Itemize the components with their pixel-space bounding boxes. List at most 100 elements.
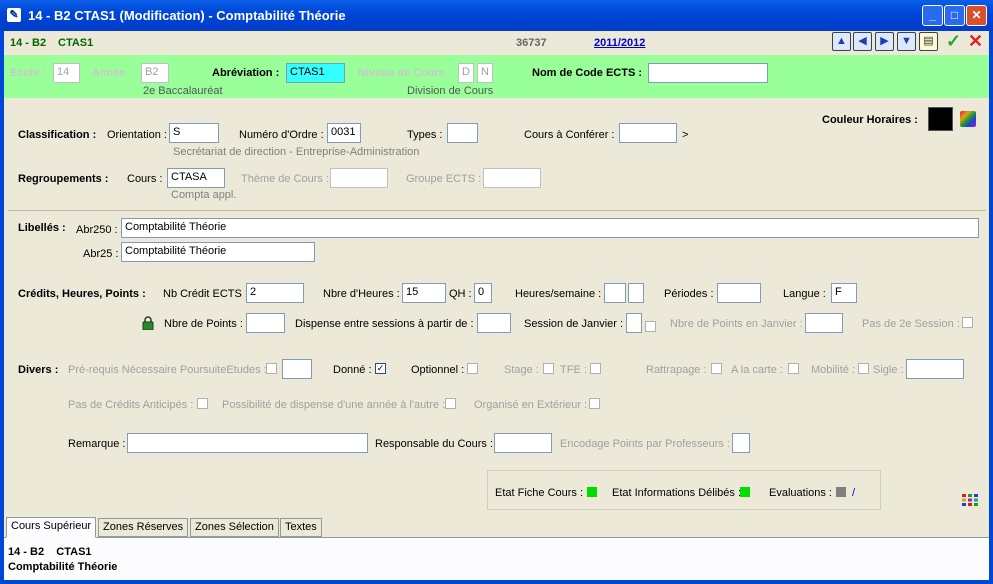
carte-checkbox[interactable]: [788, 363, 799, 374]
anticipes-checkbox[interactable]: [197, 398, 208, 409]
abr250-field[interactable]: Comptabilité Théorie: [121, 218, 979, 238]
exterieur-label: Organisé en Extérieur :: [474, 399, 588, 411]
evaluations-suffix: /: [852, 487, 856, 499]
pts-janvier-label: Nbre de Points en Janvier :: [670, 318, 803, 330]
janvier-label: Session de Janvier :: [524, 318, 624, 330]
donne-checkbox[interactable]: ✓: [375, 363, 386, 374]
responsable-field[interactable]: [494, 433, 552, 453]
etat-delibes-label: Etat Informations Délibés :: [612, 487, 742, 499]
tfe-checkbox[interactable]: [590, 363, 601, 374]
lock-icon[interactable]: [142, 316, 154, 331]
nb-ects-field[interactable]: 2: [246, 283, 304, 303]
heures-field[interactable]: 15: [402, 283, 446, 303]
prerequis-field[interactable]: [282, 359, 312, 379]
nav-right-icon[interactable]: ▶: [875, 32, 894, 51]
annee-desc: 2e Baccalauréat: [143, 85, 223, 97]
document-icon[interactable]: ▤: [919, 32, 938, 51]
niveau-field-2[interactable]: N: [477, 63, 493, 83]
abr250-label: Abr250 :: [76, 224, 118, 236]
annee-field[interactable]: B2: [141, 63, 169, 83]
abr25-field[interactable]: Comptabilité Théorie: [121, 242, 315, 262]
title-bar[interactable]: ✎ 14 - B2 CTAS1 (Modification) - Comptab…: [0, 0, 993, 31]
etat-fiche-indicator: [587, 487, 597, 497]
info-id: 36737: [516, 37, 547, 49]
ects-code-field[interactable]: [648, 63, 768, 83]
annee-label: Année :: [92, 67, 133, 79]
etat-delibes-indicator: [740, 487, 750, 497]
cancel-icon[interactable]: ✕: [968, 31, 983, 52]
langue-field[interactable]: F: [831, 283, 857, 303]
cours-field[interactable]: CTASA: [167, 168, 225, 188]
points-field[interactable]: [246, 313, 285, 333]
types-field[interactable]: [447, 123, 478, 143]
sigle-field[interactable]: [906, 359, 964, 379]
couleur-label: Couleur Horaires :: [822, 114, 918, 126]
periodes-field[interactable]: [717, 283, 761, 303]
libelles-label: Libellés :: [18, 222, 66, 234]
window-title: 14 - B2 CTAS1 (Modification) - Comptabil…: [28, 8, 346, 23]
maximize-button[interactable]: □: [944, 5, 965, 26]
ordre-field[interactable]: 0031: [327, 123, 361, 143]
qh-field[interactable]: 0: [474, 283, 492, 303]
abr25-label: Abr25 :: [83, 248, 119, 260]
pas2e-checkbox[interactable]: [962, 317, 973, 328]
tab-zones-selection[interactable]: Zones Sélection: [190, 518, 279, 537]
divers-label: Divers :: [18, 364, 59, 376]
heures-label: Nbre d'Heures :: [323, 288, 400, 300]
year-link[interactable]: 2011/2012: [594, 37, 645, 49]
hsem-field-1[interactable]: [604, 283, 626, 303]
ects-label: Nom de Code ECTS :: [532, 67, 643, 79]
tab-zones-reserves[interactable]: Zones Réserves: [98, 518, 189, 537]
niveau-label: Niveau de Cours :: [358, 67, 452, 79]
encodage-field[interactable]: [732, 433, 750, 453]
dispense-annee-label: Possibilité de dispense d'une année à l'…: [222, 399, 446, 411]
couleur-swatch[interactable]: [928, 107, 953, 131]
credits-label: Crédits, Heures, Points :: [18, 288, 146, 300]
encodage-label: Encodage Points par Professeurs :: [560, 438, 730, 450]
optionnel-label: Optionnel :: [411, 364, 465, 376]
pts-janvier-field[interactable]: [805, 313, 843, 333]
groupe-field[interactable]: [483, 168, 541, 188]
optionnel-checkbox[interactable]: [467, 363, 478, 374]
conferer-field[interactable]: [619, 123, 677, 143]
tab-cours-superieur[interactable]: Cours Supérieur: [6, 517, 97, 538]
mobilite-label: Mobilité :: [811, 364, 856, 376]
langue-label: Langue :: [783, 288, 826, 300]
nav-left-icon[interactable]: ◀: [853, 32, 872, 51]
cours-label: Cours :: [127, 173, 163, 185]
nav-down-icon[interactable]: ▼: [897, 32, 916, 51]
minimize-button[interactable]: _: [922, 5, 943, 26]
hsem-field-2[interactable]: [628, 283, 644, 303]
divider: [8, 210, 986, 211]
prerequis-checkbox[interactable]: [266, 363, 277, 374]
main-window: ✎ 14 - B2 CTAS1 (Modification) - Comptab…: [0, 0, 993, 584]
close-button[interactable]: ✕: [966, 5, 987, 26]
orientation-label: Orientation :: [107, 129, 167, 141]
nav-up-icon[interactable]: ▲: [832, 32, 851, 51]
dispense-field[interactable]: [477, 313, 511, 333]
janvier-checkbox[interactable]: [645, 321, 656, 332]
ecole-field[interactable]: 14: [53, 63, 80, 83]
tab-textes[interactable]: Textes: [280, 518, 322, 537]
ordre-label: Numéro d'Ordre :: [239, 129, 324, 141]
niveau-field-1[interactable]: D: [458, 63, 474, 83]
etat-fiche-label: Etat Fiche Cours :: [495, 487, 584, 499]
orientation-field[interactable]: S: [169, 123, 219, 143]
mobilite-checkbox[interactable]: [858, 363, 869, 374]
dispense-annee-checkbox[interactable]: [445, 398, 456, 409]
grid-icon[interactable]: [962, 494, 978, 506]
donne-label: Donné :: [333, 364, 372, 376]
app-icon: ✎: [7, 8, 21, 22]
theme-field[interactable]: [330, 168, 388, 188]
niveau-desc: Division de Cours: [407, 85, 494, 97]
rattrapage-checkbox[interactable]: [711, 363, 722, 374]
rattrapage-label: Rattrapage :: [646, 364, 707, 376]
stage-checkbox[interactable]: [543, 363, 554, 374]
remarque-field[interactable]: [127, 433, 368, 453]
abreviation-field[interactable]: CTAS1: [286, 63, 345, 83]
exterieur-checkbox[interactable]: [589, 398, 600, 409]
ok-icon[interactable]: ✓: [946, 31, 961, 52]
janvier-field[interactable]: [626, 313, 642, 333]
color-picker-icon[interactable]: [960, 111, 976, 127]
regroupements-label: Regroupements :: [18, 173, 109, 185]
